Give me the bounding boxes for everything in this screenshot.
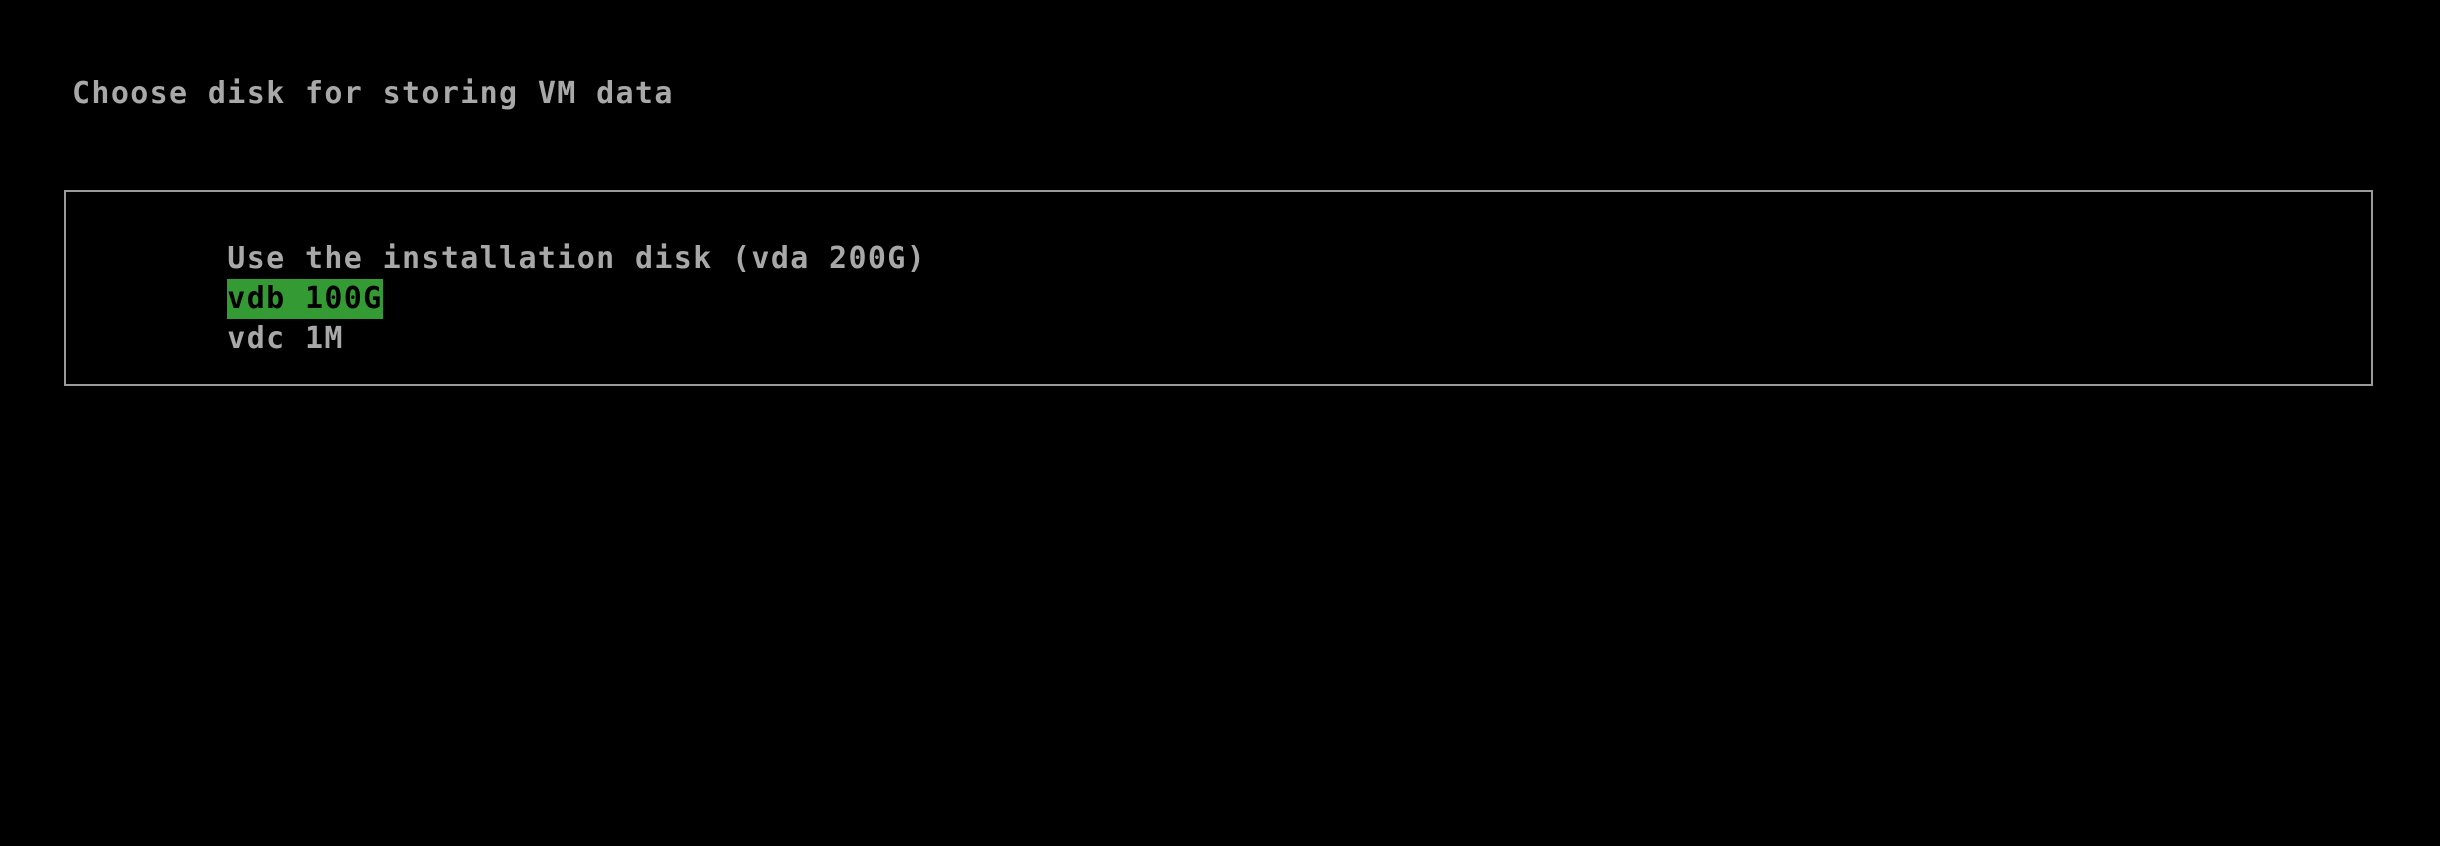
list-item-vda[interactable]: Use the installation disk (vda 200G) bbox=[72, 199, 2365, 276]
list-item-label: Use the installation disk (vda 200G) bbox=[227, 241, 927, 276]
page-title: Choose disk for storing VM data bbox=[72, 76, 674, 111]
disk-list[interactable]: Use the installation disk (vda 200G) vdb… bbox=[72, 199, 2365, 356]
list-item-label: vdb 100G bbox=[227, 279, 383, 319]
disk-list-box: Use the installation disk (vda 200G) vdb… bbox=[64, 190, 2373, 386]
list-item-vdc[interactable]: vdc 1M bbox=[72, 279, 2365, 356]
terminal-screen: Choose disk for storing VM data Use the … bbox=[0, 0, 2440, 846]
list-item-label: vdc 1M bbox=[227, 321, 344, 356]
